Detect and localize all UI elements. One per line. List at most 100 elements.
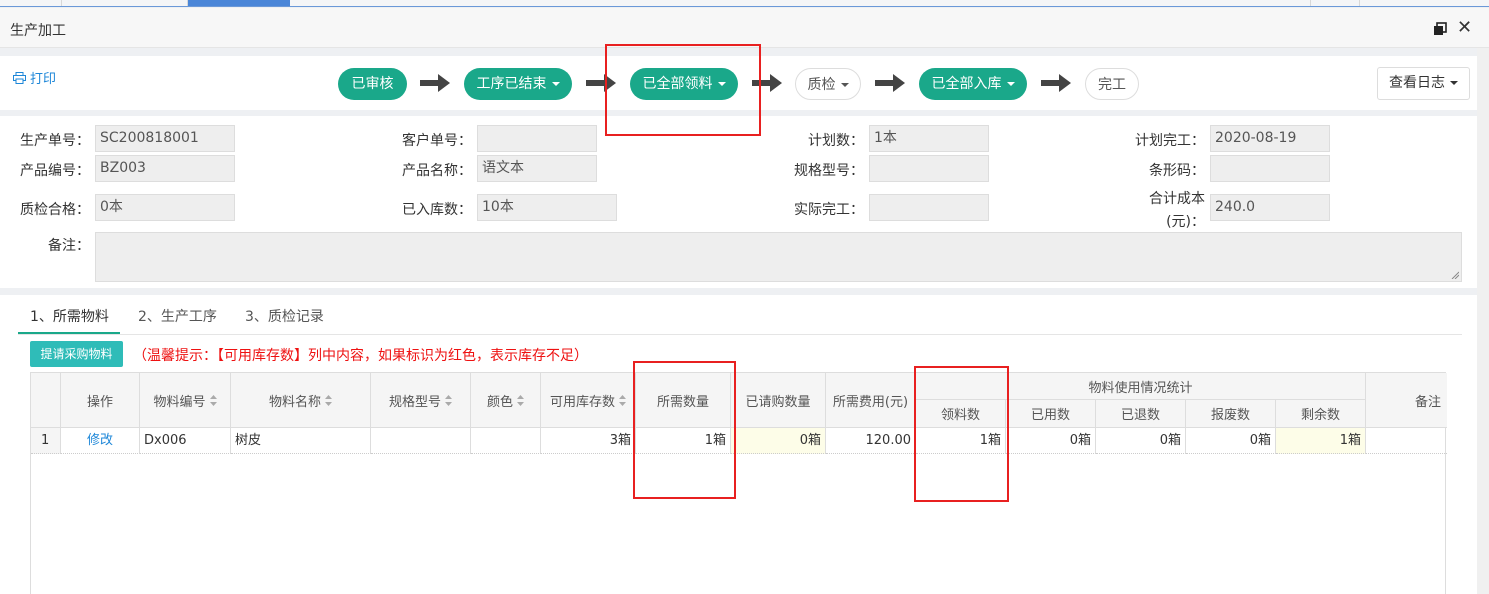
production-no-field: SC200818001 [95,125,235,152]
header-material-code[interactable]: 物料编号 [140,373,231,428]
header-scrapped-qty: 报废数 [1186,400,1276,428]
stocked-qty-label: 已入库数： [402,202,472,218]
total-cost-unit-label: (元)： [1166,214,1205,230]
header-used-qty: 已用数 [1006,400,1096,428]
tab-quality-records[interactable]: 3、质检记录 [245,306,324,326]
header-text: 可用库存数 [549,394,615,410]
product-code-label: 产品编号： [20,163,90,179]
step-quality-check[interactable]: 质检 [795,68,861,100]
customer-no-field [477,125,597,152]
cell-color [471,428,541,454]
step-label: 工序已结束 [476,76,547,92]
step-process-finished[interactable]: 工序已结束 [464,68,572,100]
tab-production-process[interactable]: 2、生产工序 [138,306,217,326]
header-color[interactable]: 颜色 [471,373,541,428]
materials-table: 操作 物料编号 物料名称 规格型号 颜色 可用库存数 所需数量 已请购数量 所需… [30,372,1447,594]
cell-scrapped-qty: 0箱 [1186,428,1276,454]
chevron-down-icon [1450,81,1458,85]
vertical-scrollbar[interactable] [1477,48,1489,594]
edit-link[interactable]: 修改 [61,428,140,454]
top-tab-active[interactable] [188,0,290,6]
step-label: 已审核 [351,76,394,92]
qc-passed-field: 0本 [95,194,235,221]
annotation-box [914,366,1009,502]
spec-model-field [869,155,989,182]
header-required-cost: 所需费用(元) [826,373,916,428]
sort-icon[interactable] [619,394,626,406]
view-log-button[interactable]: 查看日志 [1377,67,1470,100]
step-all-stocked[interactable]: 已全部入库 [919,68,1027,100]
customer-no-label: 客户单号： [402,133,472,149]
total-cost-field: 240.0 [1210,194,1330,221]
header-material-name[interactable]: 物料名称 [231,373,371,428]
header-text: 备注 [1414,394,1441,410]
flow-arrow-icon [875,74,905,92]
top-tab[interactable] [0,0,62,6]
product-name-label: 产品名称： [402,163,472,179]
header-available-stock[interactable]: 可用库存数 [541,373,636,428]
cell-material-name: 树皮 [231,428,371,454]
print-button[interactable]: 打印 [13,68,56,87]
header-requested-qty: 已请购数量 [731,373,826,428]
row-index: 1 [31,428,61,454]
header-text: 物料编号 [153,394,206,410]
header-returned-qty: 已退数 [1096,400,1186,428]
product-code-field: BZ003 [95,155,235,182]
product-name-field: 语文本 [477,155,597,182]
production-no-label: 生产单号： [20,133,90,149]
request-purchase-button[interactable]: 提请采购物料 [30,341,123,367]
step-label: 已全部入库 [931,76,1002,92]
sort-icon[interactable] [517,394,524,406]
step-label: 质检 [807,77,836,93]
chevron-down-icon [1006,82,1015,86]
print-label: 打印 [30,72,57,87]
step-label: 完工 [1098,77,1126,93]
spec-model-label: 规格型号： [794,163,864,179]
planned-finish-label: 计划完工： [1135,133,1205,149]
cell-material-code: Dx006 [140,428,231,454]
top-tab[interactable] [1310,0,1360,6]
remark-textarea[interactable] [95,232,1462,282]
production-window: 生产加工 ✕ 打印 已审核 工序已结束 已全部领料 质检 已全部入库 完工 查看… [0,0,1489,594]
header-spec-model[interactable]: 规格型号 [371,373,471,428]
step-completed[interactable]: 完工 [1085,68,1139,100]
qc-passed-label: 质检合格： [20,202,90,218]
index-header [31,373,61,428]
cell-available-stock: 3箱 [541,428,636,454]
resize-handle-icon[interactable] [1451,271,1459,279]
title-bar: 生产加工 ✕ [0,8,1489,48]
top-tab[interactable] [62,0,188,6]
stock-tip-text: （温馨提示：【可用库存数】列中内容，如果标识为红色，表示库存不足） [133,348,588,364]
restore-window-icon[interactable] [1433,22,1447,36]
header-text: 剩余数 [1300,408,1340,423]
barcode-label: 条形码： [1149,163,1205,179]
header-text: 物料使用情况统计 [1088,380,1193,396]
remark-label: 备注： [48,238,90,254]
chevron-down-icon [551,82,560,86]
total-cost-label: 合计成本 [1149,191,1205,207]
annotation-box [605,44,761,136]
cell-used-qty: 0箱 [1006,428,1096,454]
header-text: 物料名称 [268,394,321,410]
sort-icon[interactable] [325,394,332,406]
cell-remark [1366,428,1447,454]
active-tab-indicator [18,332,120,334]
header-text: 报废数 [1210,408,1250,423]
step-approved[interactable]: 已审核 [338,68,407,100]
sort-icon[interactable] [445,394,452,406]
planned-qty-label: 计划数： [808,133,864,149]
top-tab-strip [0,0,1489,7]
sort-icon[interactable] [209,394,217,406]
header-text: 颜色 [486,394,513,410]
planned-qty-field: 1本 [869,125,989,152]
cell-returned-qty: 0箱 [1096,428,1186,454]
barcode-field [1210,155,1330,182]
header-text: 已请购数量 [745,394,811,410]
stocked-qty-field: 10本 [477,194,617,221]
cell-remaining-qty: 1箱 [1276,428,1366,454]
tab-required-materials[interactable]: 1、所需物料 [30,306,109,326]
close-window-icon[interactable]: ✕ [1457,19,1472,37]
actual-finish-field [869,194,989,221]
planned-finish-field: 2020-08-19 [1210,125,1330,152]
view-log-label: 查看日志 [1389,75,1445,91]
